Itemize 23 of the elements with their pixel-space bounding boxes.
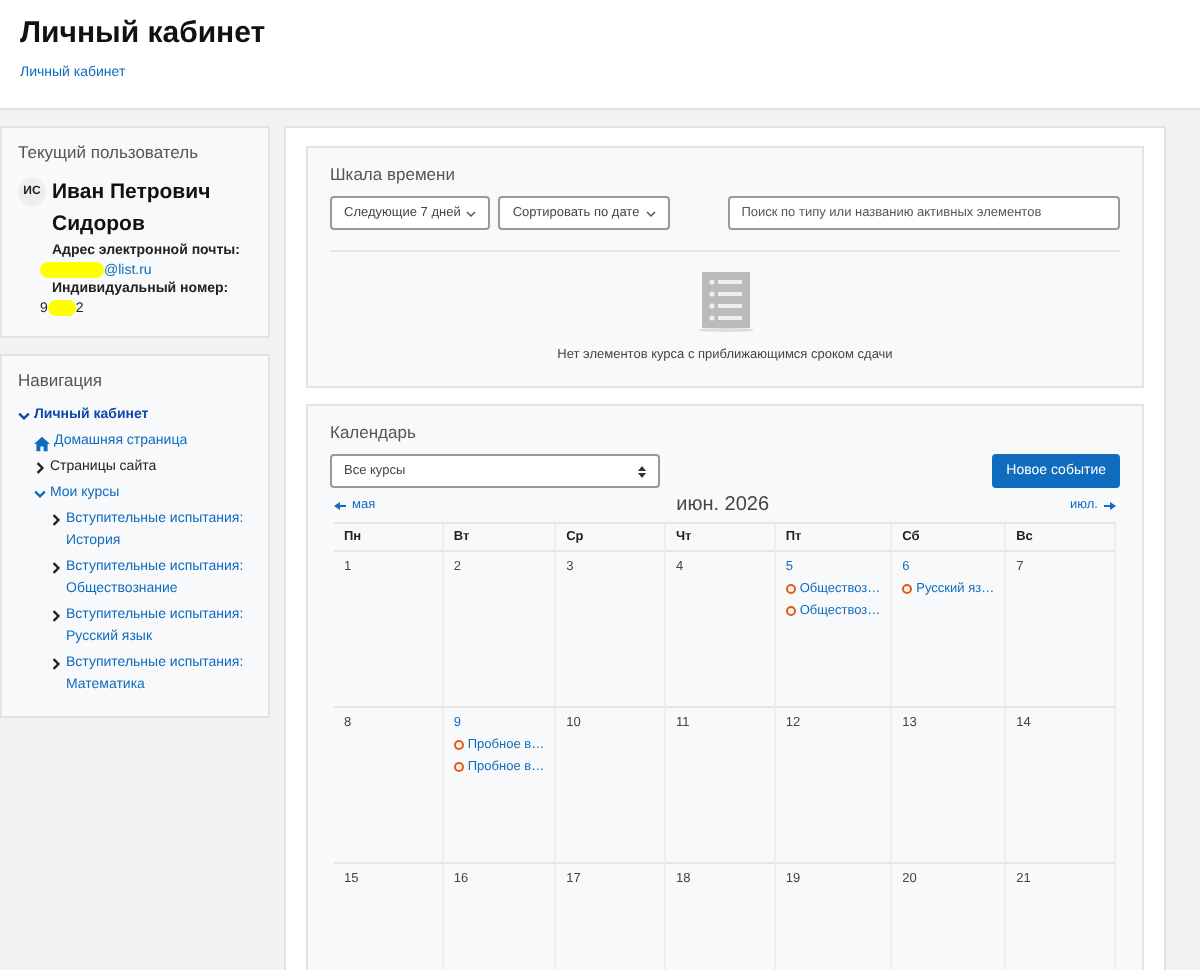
card-title: Шкала времени (330, 164, 457, 184)
redaction-mark (40, 262, 104, 278)
chevron-right-icon[interactable] (50, 513, 62, 525)
chevron-right-icon[interactable] (50, 657, 62, 669)
chevron-right-icon[interactable] (50, 561, 62, 573)
sort-caret-icon (638, 465, 646, 477)
chevron-right-icon[interactable] (34, 461, 46, 473)
month-title: июн. 2026 (676, 494, 770, 516)
home-icon (34, 435, 50, 451)
chevron-down-icon[interactable] (34, 487, 46, 499)
arrow-left-icon (334, 501, 346, 509)
chevron-down-icon[interactable] (18, 409, 30, 421)
caret-icon (466, 209, 477, 217)
card-title: Календарь (330, 422, 418, 442)
redaction-mark (47, 300, 76, 316)
user-name[interactable]: Иван Петрович Сидоров (52, 176, 252, 240)
chevron-right-icon[interactable] (50, 609, 62, 621)
card-title: Текущий пользователь (18, 142, 201, 162)
caret-icon (645, 209, 656, 217)
page-title: Личный кабинет (20, 16, 268, 50)
arrow-right-icon (1104, 501, 1116, 509)
list-icon (697, 272, 753, 332)
card-title: Навигация (18, 370, 104, 390)
